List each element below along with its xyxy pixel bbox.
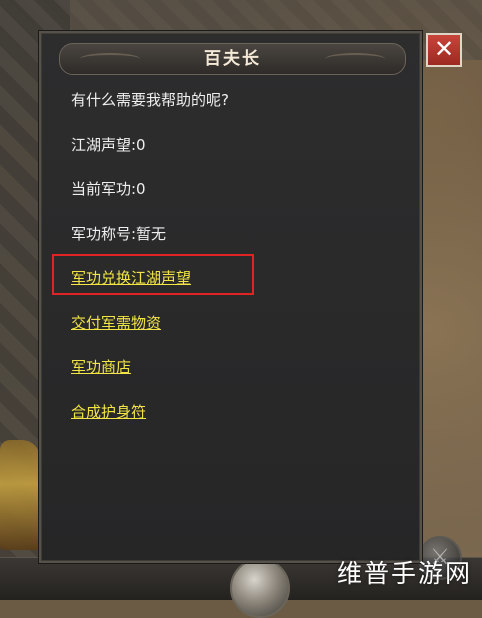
title-ornament-right: [325, 53, 385, 65]
merit-stat: 当前军功:0: [71, 180, 146, 198]
dialog-title-bar: 百夫长: [59, 43, 406, 75]
reputation-stat: 江湖声望:0: [71, 136, 146, 154]
npc-dialog: 百夫长 有什么需要我帮助的呢? 江湖声望:0 当前军功:0 军功称号:暂无 军功…: [39, 31, 422, 563]
hud-orb-icon[interactable]: [230, 558, 290, 618]
option-deliver-supplies[interactable]: 交付军需物资: [71, 312, 161, 333]
dialog-prompt: 有什么需要我帮助的呢?: [71, 91, 229, 109]
character-sprite: [0, 440, 40, 550]
watermark-text: 维普手游网: [336, 559, 472, 588]
merit-title-stat: 军功称号:暂无: [71, 225, 167, 243]
title-ornament-left: [80, 53, 140, 65]
option-craft-amulet[interactable]: 合成护身符: [71, 401, 146, 422]
close-button[interactable]: ✕: [426, 33, 462, 67]
highlight-annotation-box: [52, 254, 254, 295]
dialog-title: 百夫长: [204, 49, 261, 69]
option-merit-shop[interactable]: 军功商店: [71, 356, 131, 377]
